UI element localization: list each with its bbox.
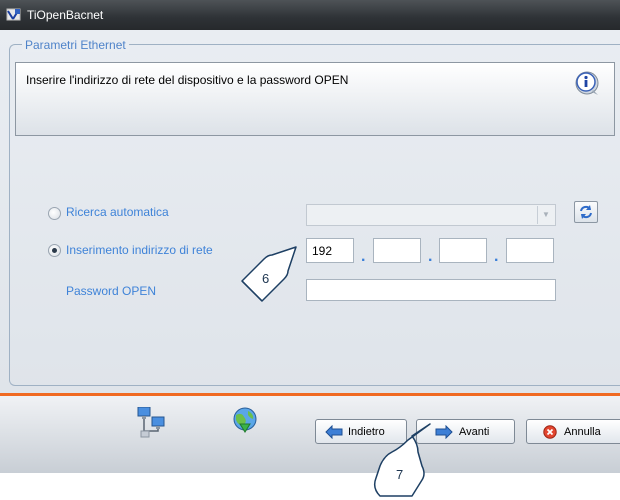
ip-octet-3[interactable] [439,238,487,263]
ip-octet-2[interactable] [373,238,421,263]
ip-separator: . [428,248,433,265]
callout-pointer-7 [373,423,431,497]
globe-download-icon [233,407,257,433]
title-bar: TiOpenBacnet [0,0,620,30]
radio-auto-search[interactable] [48,207,61,220]
password-label: Password OPEN [66,284,157,298]
main-panel: Parametri Ethernet Inserire l'indirizzo … [0,30,620,393]
ip-octet-1[interactable]: 192 [306,238,354,263]
button-bar: Indietro Avanti Annulla [0,396,620,473]
password-field[interactable] [306,279,556,301]
callout-6-label: 6 [262,271,270,286]
next-button-label: Avanti [459,426,490,438]
cancel-button[interactable]: Annulla [526,419,620,444]
info-box: Inserire l'indirizzo di rete del disposi… [15,62,615,136]
refresh-button[interactable] [574,201,598,223]
groupbox-legend: Parametri Ethernet [22,38,129,52]
app-icon [6,8,21,21]
network-computers-icon [137,407,165,438]
cancel-icon [543,425,557,439]
refresh-icon [580,205,592,219]
info-icon [575,71,599,95]
wizard-window: TiOpenBacnet Parametri Ethernet Inserire… [0,0,620,473]
ip-separator: . [494,248,499,265]
window-title: TiOpenBacnet [27,8,104,22]
cancel-button-label: Annulla [564,426,601,438]
arrow-left-icon [325,425,343,439]
ip-separator: . [361,248,366,265]
device-select[interactable]: ▼ [306,204,556,226]
info-text: Inserire l'indirizzo di rete del disposi… [26,73,349,87]
callout-pointer-6 [241,246,297,302]
auto-search-label[interactable]: Ricerca automatica [66,205,169,219]
radio-manual-address[interactable] [48,244,61,257]
manual-address-label[interactable]: Inserimento indirizzo di rete [66,243,213,257]
ip-octet-4[interactable] [506,238,554,263]
callout-7-label: 7 [396,467,404,482]
arrow-right-icon [435,425,453,439]
chevron-down-icon[interactable]: ▼ [537,206,554,224]
